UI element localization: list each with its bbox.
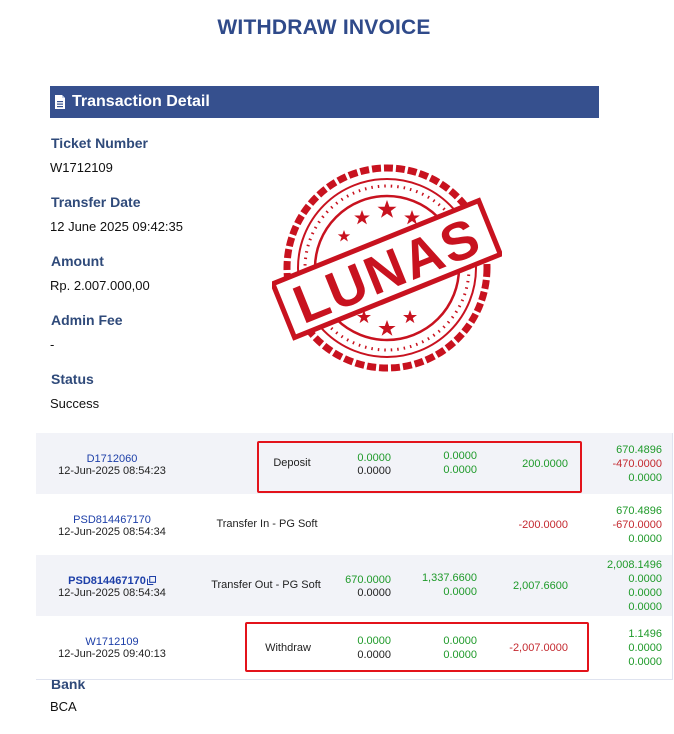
bank-label: Bank bbox=[51, 676, 86, 692]
admin-fee-label: Admin Fee bbox=[51, 312, 123, 328]
balance-value: 670.4896 bbox=[616, 444, 662, 456]
status-label: Status bbox=[51, 371, 94, 387]
stamp-text: LUNAS bbox=[285, 206, 489, 335]
balance-value: 0.0000 bbox=[628, 642, 662, 654]
col3-value: 2,007.6600 bbox=[512, 580, 568, 592]
balance-value: 1.1496 bbox=[628, 628, 662, 640]
col2-value: 1,337.6600 bbox=[421, 572, 477, 584]
document-icon bbox=[55, 95, 65, 109]
withdraw-highlight-box bbox=[245, 622, 589, 672]
page-title: WITHDRAW INVOICE bbox=[217, 16, 431, 39]
ticket-number-value: W1712109 bbox=[50, 160, 113, 175]
balance-value: 0.0000 bbox=[628, 587, 662, 599]
balance-value: -670.0000 bbox=[612, 519, 662, 531]
admin-fee-value: - bbox=[50, 337, 55, 352]
balance-value: 0.0000 bbox=[628, 573, 662, 585]
balance-value: 670.4896 bbox=[616, 505, 662, 517]
status-value: Success bbox=[50, 396, 100, 411]
col1-value: 670.0000 bbox=[345, 574, 391, 586]
copy-icon[interactable] bbox=[146, 576, 156, 585]
balance-value: 0.0000 bbox=[628, 472, 662, 484]
balance-value: -470.0000 bbox=[612, 458, 662, 470]
ticket-number-label: Ticket Number bbox=[51, 135, 148, 151]
section-header: Transaction Detail bbox=[50, 86, 599, 118]
balance-value: 2,008.1496 bbox=[606, 559, 662, 571]
balance-value: 0.0000 bbox=[628, 533, 662, 545]
transaction-code-link[interactable]: W1712109 bbox=[36, 636, 188, 648]
transaction-date: 12-Jun-2025 08:54:34 bbox=[58, 587, 166, 599]
transaction-date: 12-Jun-2025 08:54:23 bbox=[58, 465, 166, 477]
col3-value: -200.0000 bbox=[518, 519, 568, 531]
col2-value: 0.0000 bbox=[443, 586, 477, 598]
table-row: PSD814467170 12-Jun-2025 08:54:34 Transf… bbox=[36, 555, 672, 616]
transfer-date-value: 12 June 2025 09:42:35 bbox=[50, 219, 184, 234]
transfer-date-label: Transfer Date bbox=[51, 194, 141, 210]
lunas-stamp: LUNAS bbox=[272, 164, 502, 372]
col1-value: 0.0000 bbox=[357, 587, 391, 599]
deposit-highlight-box bbox=[257, 441, 582, 493]
transaction-date: 12-Jun-2025 08:54:34 bbox=[58, 526, 166, 538]
transaction-code-link[interactable]: D1712060 bbox=[36, 453, 188, 465]
transaction-date: 12-Jun-2025 09:40:13 bbox=[58, 648, 166, 660]
table-row: PSD814467170 12-Jun-2025 08:54:34 Transf… bbox=[36, 494, 672, 555]
transaction-code-link[interactable]: PSD814467170 bbox=[36, 514, 188, 526]
transaction-code-link[interactable]: PSD814467170 bbox=[36, 575, 188, 587]
transaction-type: Transfer Out - PG Soft bbox=[211, 579, 321, 591]
section-title: Transaction Detail bbox=[72, 93, 210, 110]
balance-value: 0.0000 bbox=[628, 656, 662, 668]
bank-value: BCA bbox=[50, 699, 77, 714]
amount-value: Rp. 2.007.000,00 bbox=[50, 278, 150, 293]
amount-label: Amount bbox=[51, 253, 104, 269]
balance-value: 0.0000 bbox=[628, 601, 662, 613]
transaction-type: Transfer In - PG Soft bbox=[216, 518, 318, 530]
